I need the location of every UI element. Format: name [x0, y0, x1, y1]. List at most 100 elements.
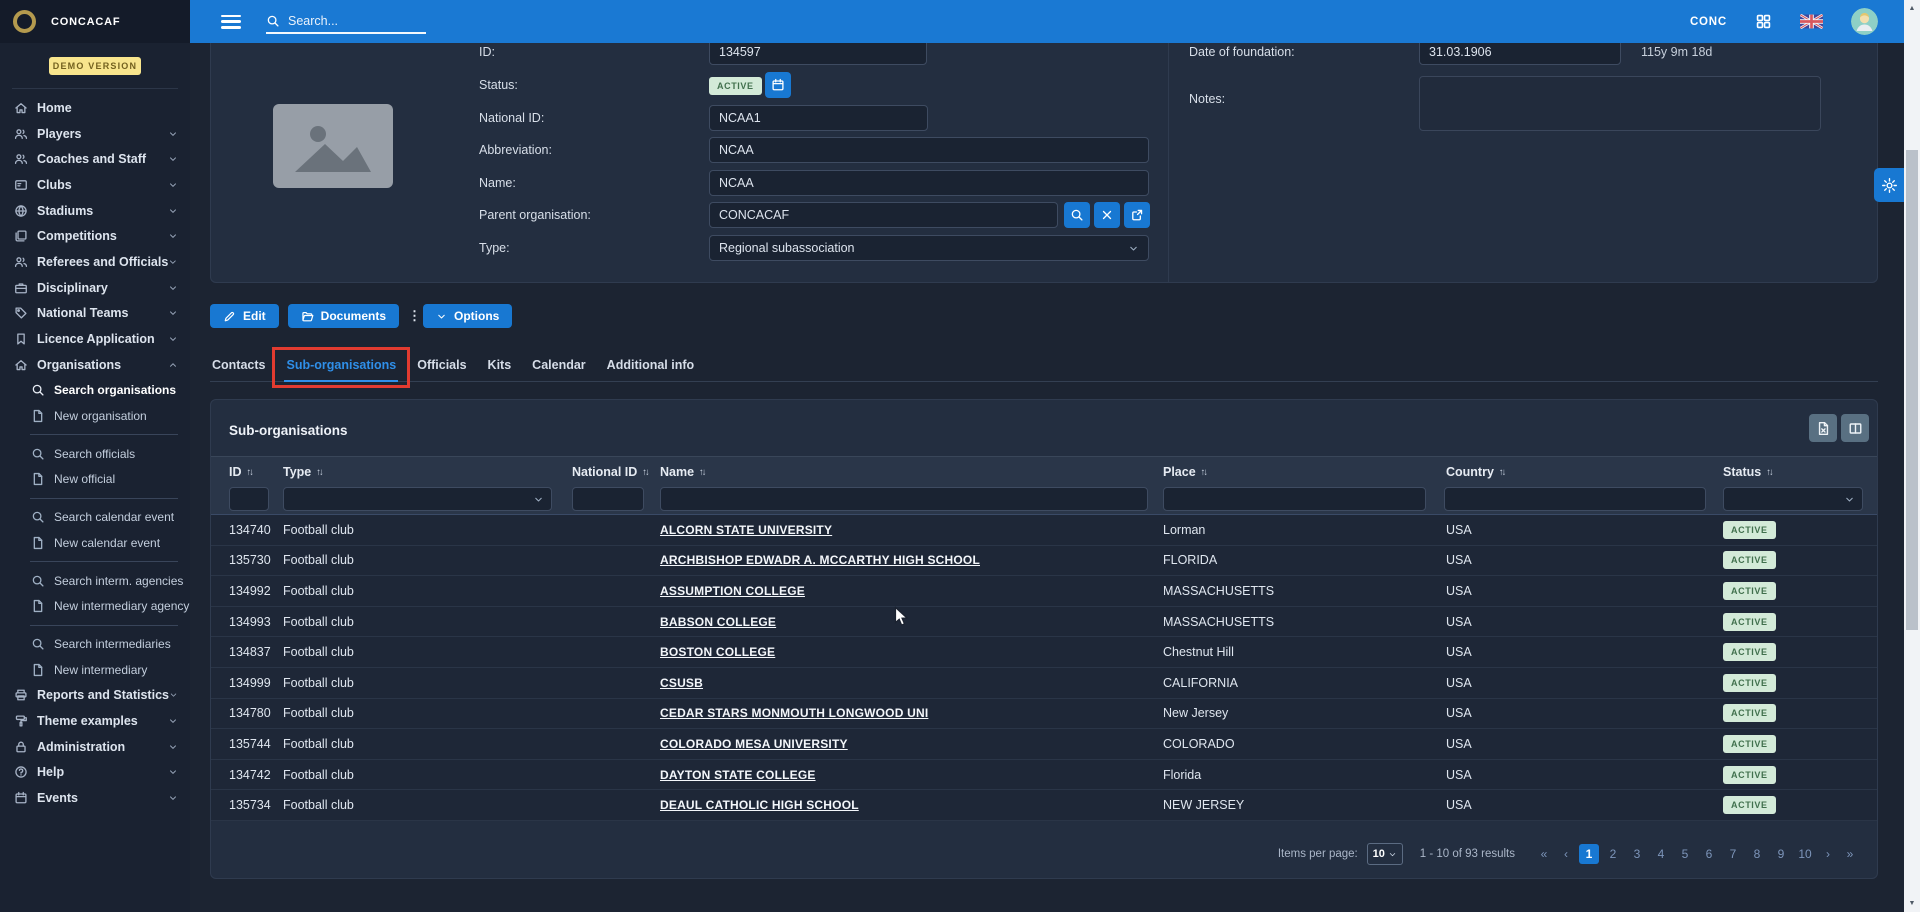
- column-header[interactable]: Country ↑↓: [1446, 465, 1504, 479]
- notes-field[interactable]: [1419, 76, 1821, 131]
- user-avatar[interactable]: [1851, 8, 1878, 35]
- sidebar-item[interactable]: Coaches and Staff: [0, 146, 190, 172]
- name-field[interactable]: [709, 170, 1149, 196]
- scroll-up-arrow[interactable]: ▲: [1904, 5, 1920, 12]
- column-header[interactable]: Status ↑↓: [1723, 465, 1772, 479]
- organisation-link[interactable]: DAYTON STATE COLLEGE: [660, 768, 816, 782]
- sidebar-item[interactable]: Theme examples: [0, 708, 190, 734]
- filter-name-input[interactable]: [660, 487, 1148, 511]
- parent-organisation-field[interactable]: [709, 202, 1058, 228]
- items-per-page-select[interactable]: 10: [1367, 843, 1403, 865]
- column-header[interactable]: National ID ↑↓: [572, 465, 648, 479]
- tab[interactable]: Sub-organisations: [284, 356, 398, 382]
- page-button[interactable]: 1: [1579, 844, 1599, 864]
- organisation-link[interactable]: DEAUL CATHOLIC HIGH SCHOOL: [660, 798, 859, 812]
- sidebar-item[interactable]: New intermediary: [0, 657, 190, 683]
- page-button[interactable]: 7: [1723, 844, 1743, 864]
- language-flag-uk[interactable]: [1800, 14, 1823, 29]
- page-button[interactable]: 9: [1771, 844, 1791, 864]
- sidebar-item[interactable]: Home: [0, 95, 190, 121]
- settings-gear-button[interactable]: [1874, 168, 1904, 202]
- abbreviation-field[interactable]: [709, 137, 1149, 163]
- tab[interactable]: Kits: [486, 356, 514, 381]
- sidebar-item[interactable]: Licence Application: [0, 326, 190, 352]
- page-button[interactable]: 5: [1675, 844, 1695, 864]
- apps-grid-icon[interactable]: [1755, 13, 1772, 30]
- scroll-down-arrow[interactable]: ▼: [1904, 900, 1920, 907]
- first-page-button[interactable]: «: [1533, 844, 1555, 864]
- tab[interactable]: Additional info: [605, 356, 696, 381]
- filter-id-input[interactable]: [229, 487, 269, 511]
- national-id-field[interactable]: [709, 105, 928, 131]
- organisation-link[interactable]: BOSTON COLLEGE: [660, 645, 775, 659]
- sidebar-item[interactable]: New official: [0, 467, 190, 493]
- sidebar-item[interactable]: Search organisations: [0, 378, 190, 404]
- page-button[interactable]: 3: [1627, 844, 1647, 864]
- filter-national-id-input[interactable]: [572, 487, 644, 511]
- more-actions-handle[interactable]: ⋮: [408, 313, 414, 319]
- sidebar-item[interactable]: Disciplinary: [0, 275, 190, 301]
- sidebar-item[interactable]: Search officials: [0, 441, 190, 467]
- type-select[interactable]: Regional subassociation: [709, 235, 1149, 261]
- sidebar-item[interactable]: Events: [0, 785, 190, 811]
- org-shortname[interactable]: CONC: [1690, 16, 1727, 28]
- organisation-link[interactable]: COLORADO MESA UNIVERSITY: [660, 737, 848, 751]
- column-header[interactable]: ID ↑↓: [229, 465, 252, 479]
- options-button[interactable]: Options: [423, 304, 512, 328]
- parent-search-button[interactable]: [1064, 202, 1090, 228]
- column-header[interactable]: Name ↑↓: [660, 465, 705, 479]
- export-button[interactable]: [1809, 414, 1837, 442]
- sidebar-item[interactable]: New intermediary agency: [0, 593, 190, 619]
- edit-button[interactable]: Edit: [210, 304, 279, 328]
- page-button[interactable]: 2: [1603, 844, 1623, 864]
- sidebar-item[interactable]: New organisation: [0, 403, 190, 429]
- organisation-link[interactable]: ALCORN STATE UNIVERSITY: [660, 523, 832, 537]
- sidebar-item[interactable]: Organisations: [0, 352, 190, 378]
- sidebar-item[interactable]: Reports and Statistics: [0, 682, 190, 708]
- parent-open-button[interactable]: [1124, 202, 1150, 228]
- page-button[interactable]: 4: [1651, 844, 1671, 864]
- parent-clear-button[interactable]: [1094, 202, 1120, 228]
- scrollbar-thumb[interactable]: [1906, 150, 1918, 630]
- filter-place-input[interactable]: [1163, 487, 1426, 511]
- sidebar-item[interactable]: Clubs: [0, 172, 190, 198]
- sidebar-item[interactable]: Stadiums: [0, 198, 190, 224]
- organisation-age: 115y 9m 18d: [1641, 45, 1712, 59]
- sidebar-item[interactable]: Help: [0, 760, 190, 786]
- column-header[interactable]: Type ↑↓: [283, 465, 322, 479]
- global-search[interactable]: [266, 10, 426, 34]
- search-input[interactable]: [288, 14, 408, 28]
- organisation-link[interactable]: CSUSB: [660, 676, 703, 690]
- sidebar-item[interactable]: Search intermediaries: [0, 631, 190, 657]
- tab[interactable]: Calendar: [530, 356, 588, 381]
- page-scrollbar[interactable]: ▲ ▼: [1904, 0, 1920, 912]
- prev-page-button[interactable]: ‹: [1555, 844, 1577, 864]
- sidebar-item[interactable]: Search calendar event: [0, 504, 190, 530]
- organisation-link[interactable]: BABSON COLLEGE: [660, 615, 776, 629]
- page-button[interactable]: 8: [1747, 844, 1767, 864]
- menu-toggle-button[interactable]: [221, 15, 241, 29]
- sidebar-item[interactable]: National Teams: [0, 301, 190, 327]
- status-history-button[interactable]: [765, 72, 791, 98]
- page-button[interactable]: 10: [1795, 844, 1815, 864]
- filter-country-input[interactable]: [1444, 487, 1706, 511]
- next-page-button[interactable]: ›: [1817, 844, 1839, 864]
- sidebar-item[interactable]: New calendar event: [0, 530, 190, 556]
- column-header[interactable]: Place ↑↓: [1163, 465, 1206, 479]
- tab[interactable]: Officials: [415, 356, 468, 381]
- sidebar-item[interactable]: Search interm. agencies: [0, 568, 190, 594]
- last-page-button[interactable]: »: [1839, 844, 1861, 864]
- organisation-link[interactable]: ARCHBISHOP EDWADR A. MCCARTHY HIGH SCHOO…: [660, 553, 980, 567]
- documents-button[interactable]: Documents: [288, 304, 399, 328]
- page-button[interactable]: 6: [1699, 844, 1719, 864]
- sidebar-item[interactable]: Administration: [0, 734, 190, 760]
- columns-button[interactable]: [1841, 414, 1869, 442]
- sidebar-item[interactable]: Players: [0, 121, 190, 147]
- organisation-link[interactable]: CEDAR STARS MONMOUTH LONGWOOD UNI: [660, 706, 928, 720]
- organisation-link[interactable]: ASSUMPTION COLLEGE: [660, 584, 805, 598]
- filter-type-select[interactable]: [283, 487, 552, 511]
- filter-status-select[interactable]: [1723, 487, 1863, 511]
- tab[interactable]: Contacts: [210, 356, 267, 381]
- sidebar-item[interactable]: Competitions: [0, 223, 190, 249]
- sidebar-item[interactable]: Referees and Officials: [0, 249, 190, 275]
